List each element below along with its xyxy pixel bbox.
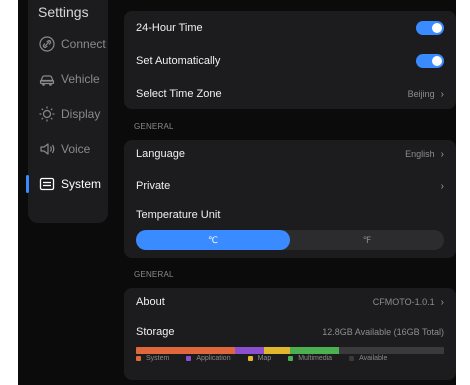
legend-dot <box>349 356 355 361</box>
about-storage-card: About CFMOTO-1.0.1 › Storage 12.8GB Avail… <box>124 288 456 380</box>
link-icon <box>38 35 56 53</box>
legend-label: Application <box>196 355 231 362</box>
celsius-option[interactable]: ℃ <box>136 230 290 250</box>
section-label-general: GENERAL <box>134 122 174 131</box>
auto-time-label: Set Automatically <box>136 55 221 67</box>
sidebar-item-label: Vehicle <box>61 72 100 86</box>
legend-item-available: Available <box>349 355 387 362</box>
auto-time-toggle[interactable] <box>416 54 444 68</box>
sidebar-item-connect[interactable]: Connect <box>28 32 108 56</box>
chevron-right-icon: › <box>440 180 444 192</box>
time-settings-card: 24-Hour Time Set Automatically Select Ti… <box>124 11 456 109</box>
language-label: Language <box>136 148 185 160</box>
fahrenheit-option[interactable]: ℉ <box>290 230 444 250</box>
legend-label: Available <box>359 355 388 362</box>
toggle-knob <box>432 23 442 33</box>
language-value: English <box>405 149 435 159</box>
sidebar-item-system[interactable]: System <box>26 172 108 196</box>
timezone-value: Beijing <box>407 89 435 99</box>
timezone-label: Select Time Zone <box>136 88 222 100</box>
private-label: Private <box>136 180 171 192</box>
storage-label: Storage <box>136 326 175 338</box>
system-icon <box>38 175 56 193</box>
legend-dot <box>288 356 294 361</box>
chevron-right-icon: › <box>440 88 444 100</box>
legend-dot <box>136 356 141 361</box>
about-label: About <box>136 296 165 308</box>
about-row[interactable]: About CFMOTO-1.0.1 › <box>136 293 444 311</box>
temperature-label: Temperature Unit <box>136 209 221 221</box>
sidebar-title: Settings <box>38 4 89 20</box>
sidebar-item-vehicle[interactable]: Vehicle <box>28 67 108 91</box>
storage-segment-system <box>136 347 235 354</box>
sidebar-item-label: Display <box>61 107 101 121</box>
timezone-row[interactable]: Select Time Zone Beijing › <box>136 85 444 103</box>
storage-value: 12.8GB Available (16GB Total) <box>322 327 444 337</box>
private-row[interactable]: Private › <box>136 177 444 195</box>
storage-bar <box>136 347 444 354</box>
chevron-right-icon: › <box>440 148 444 160</box>
toggle-knob <box>432 56 442 66</box>
storage-segment-map <box>264 347 290 354</box>
hour24-row: 24-Hour Time <box>136 19 444 37</box>
active-indicator <box>26 175 29 193</box>
legend-dot <box>186 356 192 361</box>
hour24-label: 24-Hour Time <box>136 22 203 34</box>
sidebar-item-label: Voice <box>61 142 91 156</box>
auto-time-row: Set Automatically <box>136 52 444 70</box>
temperature-row: Temperature Unit <box>136 207 444 223</box>
storage-legend: System Application Map Multimedia Availa… <box>136 355 444 362</box>
legend-item-application: Application <box>186 355 231 362</box>
storage-segment-application <box>235 347 264 354</box>
storage-segment-multimedia <box>290 347 339 354</box>
speaker-icon <box>38 140 56 158</box>
temperature-unit-selector: ℃ ℉ <box>136 230 444 250</box>
hour24-toggle[interactable] <box>416 21 444 35</box>
sidebar-item-display[interactable]: Display <box>28 102 108 126</box>
legend-item-multimedia: Multimedia <box>288 355 332 362</box>
legend-label: System <box>146 355 170 362</box>
language-row[interactable]: Language English › <box>136 145 444 163</box>
storage-row: Storage 12.8GB Available (16GB Total) <box>136 323 444 341</box>
legend-label: Map <box>257 355 272 362</box>
sun-icon <box>38 105 56 123</box>
legend-dot <box>247 356 253 361</box>
legend-item-system: System <box>136 355 169 362</box>
sidebar-item-label: Connect <box>61 37 106 51</box>
car-icon <box>38 70 56 88</box>
about-value: CFMOTO-1.0.1 <box>372 297 435 307</box>
chevron-right-icon: › <box>440 296 444 308</box>
sidebar-item-label: System <box>61 177 102 191</box>
general-settings-card: Language English › Private › Temperature … <box>124 140 456 258</box>
sidebar-item-voice[interactable]: Voice <box>28 137 108 161</box>
legend-item-map: Map <box>247 355 272 362</box>
section-label-general: GENERAL <box>134 270 174 279</box>
legend-label: Multimedia <box>298 355 333 362</box>
